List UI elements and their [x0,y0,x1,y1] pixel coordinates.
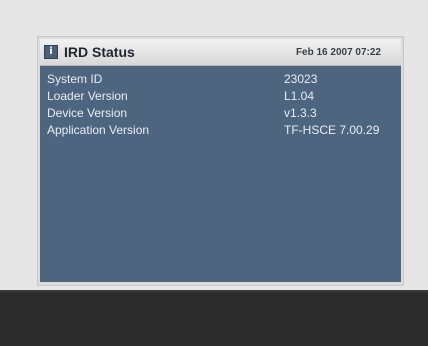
status-label: Device Version [47,106,128,120]
status-label: Loader Version [47,89,128,103]
status-label: System ID [47,72,103,86]
status-row-system-id: System ID 23023 [47,72,394,90]
status-value: v1.3.3 [284,106,317,120]
info-icon: i [44,45,58,59]
bottom-bar [0,290,428,346]
status-row-application-version: Application Version TF-HSCE 7.00.29 [47,123,394,141]
bottom-bar-divider [0,290,428,292]
status-row-loader-version: Loader Version L1.04 [47,89,394,107]
status-label: Application Version [47,123,150,137]
ird-status-panel: i IRD Status Feb 16 2007 07:22 System ID… [37,36,404,286]
datetime-label: Feb 16 2007 07:22 [295,47,381,58]
status-value: L1.04 [284,89,315,103]
panel-header: i IRD Status Feb 16 2007 07:22 [40,39,401,66]
status-value: 23023 [284,72,318,86]
status-value: TF-HSCE 7.00.29 [284,123,380,137]
status-row-device-version: Device Version v1.3.3 [47,106,394,124]
status-content: System ID 23023 Loader Version L1.04 Dev… [40,66,401,282]
panel-title: IRD Status [64,44,135,60]
